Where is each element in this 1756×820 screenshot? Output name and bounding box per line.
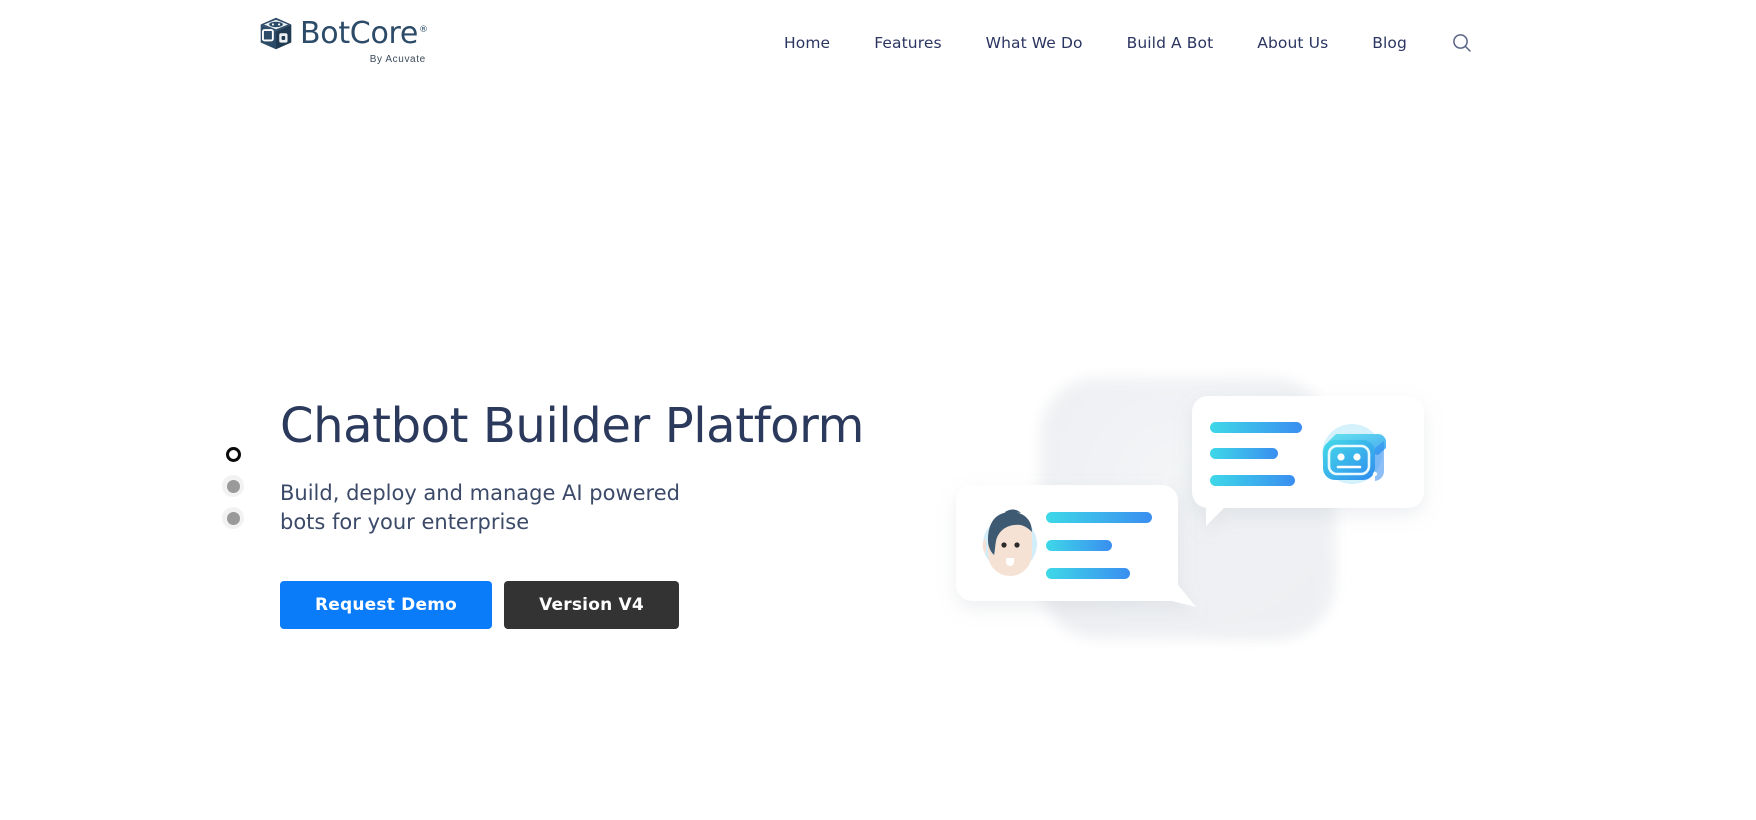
bot-chat-bubble [1192, 396, 1424, 526]
hero-subtitle: Build, deploy and manage AI powered bots… [280, 480, 680, 534]
carousel-dot-2[interactable] [222, 475, 244, 497]
hero-button-group: Request Demo Version V4 [280, 580, 920, 629]
page-title: Chatbot Builder Platform [280, 398, 864, 454]
carousel-dots [222, 443, 244, 529]
carousel-dot-inactive-fill [226, 479, 240, 493]
carousel-dot-active-ring [225, 446, 241, 462]
user-chat-bubble [956, 485, 1196, 607]
request-demo-button[interactable]: Request Demo [280, 580, 492, 629]
hero-content: Chatbot Builder Platform Build, deploy a… [280, 400, 920, 629]
hero-section: Chatbot Builder Platform Build, deploy a… [0, 0, 1756, 820]
chat-bubbles-illustration [920, 330, 1460, 670]
version-v4-button[interactable]: Version V4 [504, 580, 679, 629]
carousel-dot-1[interactable] [222, 443, 244, 465]
carousel-dot-3[interactable] [222, 507, 244, 529]
carousel-dot-inactive-fill [226, 511, 240, 525]
